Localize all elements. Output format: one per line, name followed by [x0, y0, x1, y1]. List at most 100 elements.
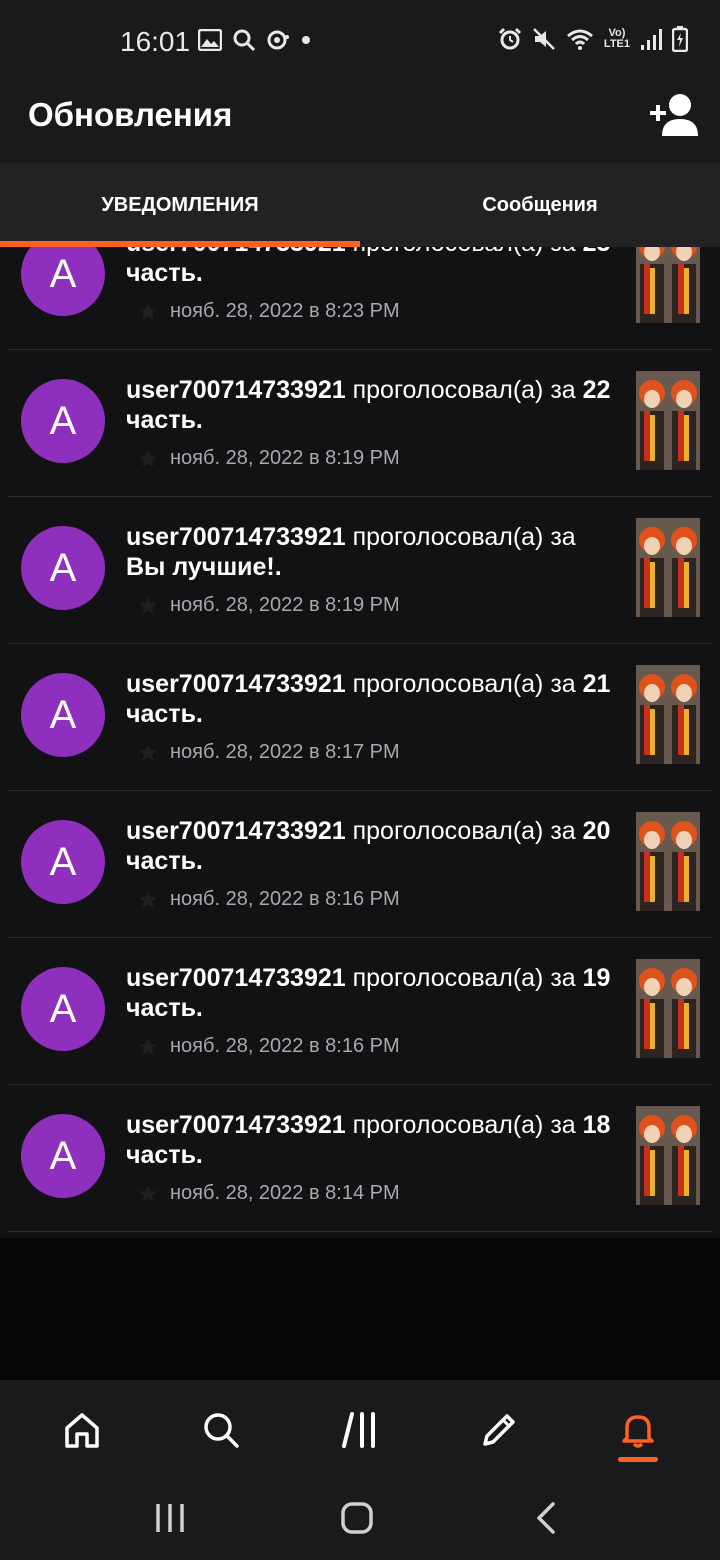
library-icon	[341, 1412, 375, 1448]
story-thumbnail[interactable]	[636, 959, 700, 1058]
add-friend-button[interactable]	[648, 92, 700, 138]
star-icon	[139, 743, 157, 761]
notification-user[interactable]: user700714733921	[126, 817, 346, 845]
notifications-feed[interactable]: Auser700714733921 проголосовал(а) за 23 …	[0, 247, 720, 1380]
notification-user[interactable]: user700714733921	[126, 670, 346, 698]
notification-text: user700714733921 проголосовал(а) за 20 ч…	[126, 816, 616, 876]
notification-date: нояб. 28, 2022 в 8:23 PM	[170, 300, 400, 322]
notification-meta: нояб. 28, 2022 в 8:16 PM	[138, 1035, 400, 1058]
gallery-icon	[198, 29, 222, 51]
notification-verb: проголосовал(а) за	[352, 817, 576, 845]
notification-date: нояб. 28, 2022 в 8:16 PM	[170, 1035, 400, 1057]
notification-row[interactable]: Auser700714733921 проголосовал(а) за 18 …	[8, 1085, 712, 1232]
bell-icon	[622, 1415, 655, 1448]
nav-notifications[interactable]	[598, 1390, 678, 1470]
wifi-icon	[566, 29, 593, 50]
story-thumbnail[interactable]	[636, 247, 700, 323]
nav-search[interactable]	[181, 1390, 261, 1470]
star-icon	[139, 1037, 157, 1055]
notification-meta: нояб. 28, 2022 в 8:23 PM	[138, 300, 400, 323]
notification-row[interactable]: Auser700714733921 проголосовал(а) за Вы …	[8, 497, 712, 644]
page-title: Обновления	[28, 96, 233, 133]
notification-verb: проголосовал(а) за	[352, 964, 576, 992]
alarm-icon	[498, 27, 521, 50]
notification-row[interactable]: Auser700714733921 проголосовал(а) за 23 …	[8, 247, 712, 350]
nav-home[interactable]	[42, 1390, 122, 1470]
add-person-icon	[650, 94, 698, 136]
notification-meta: нояб. 28, 2022 в 8:16 PM	[138, 888, 400, 911]
avatar[interactable]: A	[21, 1114, 105, 1198]
story-thumbnail[interactable]	[636, 518, 700, 617]
recents-icon	[156, 1504, 184, 1532]
tab-bar: УВЕДОМЛЕНИЯ Сообщения	[0, 163, 720, 247]
notification-meta: нояб. 28, 2022 в 8:19 PM	[138, 447, 400, 470]
write-icon	[483, 1414, 515, 1446]
notifications-list: Auser700714733921 проголосовал(а) за 23 …	[0, 247, 720, 1232]
notification-user[interactable]: user700714733921	[126, 376, 346, 404]
story-cover-image	[636, 1106, 700, 1205]
avatar[interactable]: A	[21, 673, 105, 757]
status-bar: 16:01 Vo) LTE1	[0, 0, 720, 84]
story-cover-image	[636, 247, 700, 323]
notification-date: нояб. 28, 2022 в 8:19 PM	[170, 594, 400, 616]
notification-date: нояб. 28, 2022 в 8:14 PM	[170, 1182, 400, 1204]
mute-icon	[533, 28, 555, 50]
network-label: Vo) LTE1	[603, 27, 630, 50]
notification-user[interactable]: user700714733921	[126, 1111, 346, 1139]
notification-date: нояб. 28, 2022 в 8:19 PM	[170, 447, 400, 469]
nav-library[interactable]	[320, 1390, 400, 1470]
notification-text: user700714733921 проголосовал(а) за 19 ч…	[126, 963, 616, 1023]
notification-verb: проголосовал(а) за	[352, 523, 576, 551]
search-icon	[233, 29, 256, 52]
recents-button[interactable]	[140, 1498, 200, 1538]
story-cover-image	[636, 812, 700, 911]
home-icon	[64, 1413, 99, 1448]
avatar[interactable]: A	[21, 526, 105, 610]
notification-text: user700714733921 проголосовал(а) за 21 ч…	[126, 669, 616, 729]
notification-user[interactable]: user700714733921	[126, 964, 346, 992]
empty-area	[0, 1238, 720, 1380]
star-icon	[139, 449, 157, 467]
notification-meta: нояб. 28, 2022 в 8:19 PM	[138, 594, 400, 617]
notification-row[interactable]: Auser700714733921 проголосовал(а) за 21 …	[8, 644, 712, 791]
tab-notifications[interactable]: УВЕДОМЛЕНИЯ	[0, 163, 360, 247]
story-thumbnail[interactable]	[636, 371, 700, 470]
avatar[interactable]: A	[21, 379, 105, 463]
home-square-icon	[341, 1502, 373, 1534]
status-left-icons	[198, 28, 312, 52]
notification-date: нояб. 28, 2022 в 8:16 PM	[170, 888, 400, 910]
system-nav-bar	[0, 1480, 720, 1560]
star-icon	[139, 302, 157, 320]
back-button[interactable]	[515, 1498, 575, 1538]
notification-meta: нояб. 28, 2022 в 8:17 PM	[138, 741, 400, 764]
avatar[interactable]: A	[21, 820, 105, 904]
notification-row[interactable]: Auser700714733921 проголосовал(а) за 20 …	[8, 791, 712, 938]
search-icon	[204, 1413, 239, 1448]
story-thumbnail[interactable]	[636, 1106, 700, 1205]
notification-user[interactable]: user700714733921	[126, 247, 346, 257]
story-cover-image	[636, 959, 700, 1058]
notification-row[interactable]: Auser700714733921 проголосовал(а) за 22 …	[8, 350, 712, 497]
story-cover-image	[636, 371, 700, 470]
status-time: 16:01	[120, 26, 191, 57]
home-system-button[interactable]	[327, 1498, 387, 1538]
lens-icon	[267, 30, 289, 50]
notification-target[interactable]: Вы лучшие!.	[126, 553, 282, 581]
nav-write[interactable]	[459, 1390, 539, 1470]
avatar[interactable]: A	[21, 247, 105, 316]
battery-icon	[672, 26, 688, 52]
notification-verb: проголосовал(а) за	[352, 670, 576, 698]
story-thumbnail[interactable]	[636, 665, 700, 764]
notification-user[interactable]: user700714733921	[126, 523, 346, 551]
notification-verb: проголосовал(а) за	[352, 376, 576, 404]
story-cover-image	[636, 518, 700, 617]
story-thumbnail[interactable]	[636, 812, 700, 911]
notification-row[interactable]: Auser700714733921 проголосовал(а) за 19 …	[8, 938, 712, 1085]
tab-messages[interactable]: Сообщения	[360, 163, 720, 247]
notification-verb: проголосовал(а) за	[353, 247, 576, 257]
notification-text: user700714733921 проголосовал(а) за 18 ч…	[126, 1110, 616, 1170]
notification-date: нояб. 28, 2022 в 8:17 PM	[170, 741, 400, 763]
avatar[interactable]: A	[21, 967, 105, 1051]
dot-icon	[302, 36, 310, 44]
signal-icon	[641, 29, 662, 50]
